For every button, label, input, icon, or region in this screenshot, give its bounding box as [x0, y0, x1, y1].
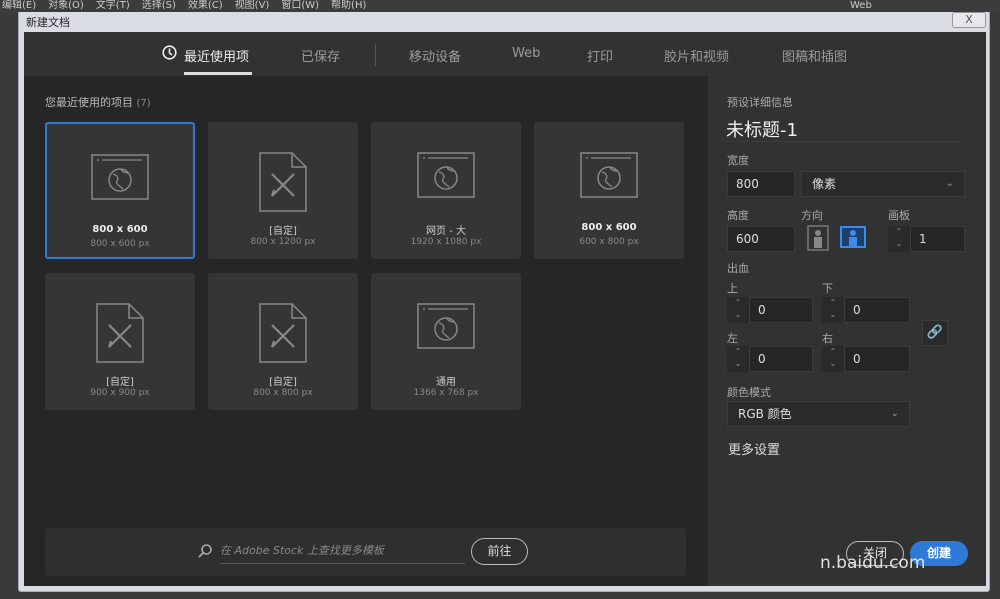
portrait-orientation-icon[interactable] [807, 225, 829, 251]
bleed-left-stepper[interactable]: ⌃ ⌄ [727, 346, 749, 372]
preset-tabs: 最近使用项 已保存 移动设备 Web 打印 胶片和视频 图稿和插图 [24, 32, 986, 76]
web-icon [417, 152, 475, 202]
artboards-input[interactable]: 1 [910, 226, 965, 252]
preset-size: 900 x 900 px [90, 388, 150, 398]
custom-document-icon [259, 303, 307, 367]
menu-object[interactable]: 对象(O) [48, 0, 84, 11]
preset-card[interactable]: [自定] 800 x 800 px [208, 273, 358, 410]
menu-view[interactable]: 视图(V) [235, 0, 270, 11]
preset-card[interactable]: 800 x 600 600 x 800 px [534, 122, 684, 259]
recent-heading: 您最近使用的项目 (7) [45, 96, 151, 109]
preset-name: 800 x 600 [92, 224, 148, 235]
tab-print[interactable]: 打印 [587, 46, 613, 65]
color-mode-select[interactable]: RGB 颜色 ⌄ [727, 401, 910, 427]
clock-icon [162, 45, 177, 60]
bleed-bottom-input[interactable]: 0 [844, 297, 910, 323]
preset-name: 800 x 600 [581, 222, 637, 233]
bleed-right-stepper[interactable]: ⌃ ⌄ [822, 346, 844, 372]
preset-size: 800 x 600 px [90, 239, 150, 249]
artboards-label: 画板 [888, 209, 910, 222]
stock-search-bar: 在 Adobe Stock 上查找更多模板 前往 [45, 528, 686, 576]
width-input[interactable]: 800 [727, 171, 795, 197]
web-icon [580, 152, 638, 202]
preset-card[interactable]: 网页 - 大 1920 x 1080 px [371, 122, 521, 259]
preset-size: 1920 x 1080 px [410, 237, 482, 247]
watermark: n.baidu.com [820, 553, 926, 573]
search-icon [198, 544, 212, 558]
bleed-top-label: 上 [727, 282, 738, 295]
more-settings-button[interactable]: 更多设置 [728, 439, 780, 458]
preset-name: 通用 [436, 377, 456, 388]
landscape-orientation-icon[interactable] [840, 226, 866, 248]
tab-web[interactable]: Web [512, 46, 540, 61]
go-button[interactable]: 前往 [471, 538, 528, 565]
preset-size: 800 x 800 px [253, 388, 313, 398]
preset-card[interactable]: [自定] 900 x 900 px [45, 273, 195, 410]
tab-divider [375, 44, 376, 66]
tab-film-video[interactable]: 胶片和视频 [664, 46, 729, 65]
preset-name: 网页 - 大 [426, 226, 466, 237]
details-heading: 预设详细信息 [727, 96, 793, 109]
preset-size: 800 x 1200 px [250, 237, 316, 247]
stock-search-input[interactable]: 在 Adobe Stock 上查找更多模板 [220, 536, 465, 564]
workspace-switcher[interactable]: Web [850, 0, 872, 12]
preset-card[interactable]: 800 x 600 800 x 600 px [45, 122, 195, 259]
unit-select[interactable]: 像素 ⌄ [801, 171, 965, 197]
chevron-down-icon: ⌄ [890, 408, 899, 419]
dialog-title: 新建文档 [26, 16, 70, 29]
menu-type[interactable]: 文字(T) [96, 0, 130, 11]
web-icon [91, 154, 149, 204]
tab-saved[interactable]: 已保存 [301, 46, 340, 65]
bleed-top-input[interactable]: 0 [749, 297, 813, 323]
bleed-bottom-label: 下 [822, 282, 833, 295]
height-input[interactable]: 600 [727, 226, 795, 252]
preset-card[interactable]: 通用 1366 x 768 px [371, 273, 521, 410]
menu-edit[interactable]: 编辑(E) [2, 0, 36, 11]
menu-select[interactable]: 选择(S) [142, 0, 176, 11]
web-icon [417, 303, 475, 353]
tab-art-illustration[interactable]: 图稿和插图 [782, 46, 847, 65]
bleed-top-stepper[interactable]: ⌃ ⌄ [727, 297, 749, 323]
preset-name: [自定] [269, 377, 297, 388]
bleed-bottom-stepper[interactable]: ⌃ ⌄ [822, 297, 844, 323]
bleed-label: 出血 [727, 262, 749, 275]
color-mode-label: 颜色模式 [727, 386, 771, 399]
custom-document-icon [96, 303, 144, 367]
menu-effect[interactable]: 效果(C) [188, 0, 223, 11]
tab-recent[interactable]: 最近使用项 [184, 46, 249, 65]
close-window-button[interactable]: X [952, 12, 986, 28]
orientation-label: 方向 [801, 209, 823, 222]
color-mode-value: RGB 颜色 [738, 407, 792, 421]
preset-card[interactable]: [自定] 800 x 1200 px [208, 122, 358, 259]
link-icon: 🔗 [926, 325, 944, 340]
document-name-input[interactable]: 未标题-1 [726, 116, 964, 142]
unit-value: 像素 [812, 177, 837, 191]
width-label: 宽度 [727, 154, 749, 167]
bleed-left-input[interactable]: 0 [749, 346, 813, 372]
height-label: 高度 [727, 209, 749, 222]
custom-document-icon [259, 152, 307, 216]
preset-size: 1366 x 768 px [413, 388, 479, 398]
app-menubar: 编辑(E) 对象(O) 文字(T) 选择(S) 效果(C) 视图(V) 窗口(W) 帮助(H)… [0, 0, 1000, 12]
bleed-left-label: 左 [727, 332, 738, 345]
menu-window[interactable]: 窗口(W) [281, 0, 319, 11]
artboards-stepper[interactable]: ⌃ ⌄ [888, 226, 910, 252]
link-bleed-button[interactable]: 🔗 [922, 320, 948, 346]
bleed-right-label: 右 [822, 332, 833, 345]
preset-name: [自定] [106, 377, 134, 388]
chevron-down-icon: ⌄ [945, 178, 954, 189]
tab-mobile[interactable]: 移动设备 [409, 46, 461, 65]
menu-help[interactable]: 帮助(H) [331, 0, 366, 11]
active-tab-indicator [184, 72, 252, 75]
bleed-right-input[interactable]: 0 [844, 346, 910, 372]
preset-size: 600 x 800 px [579, 237, 639, 247]
preset-name: [自定] [269, 226, 297, 237]
